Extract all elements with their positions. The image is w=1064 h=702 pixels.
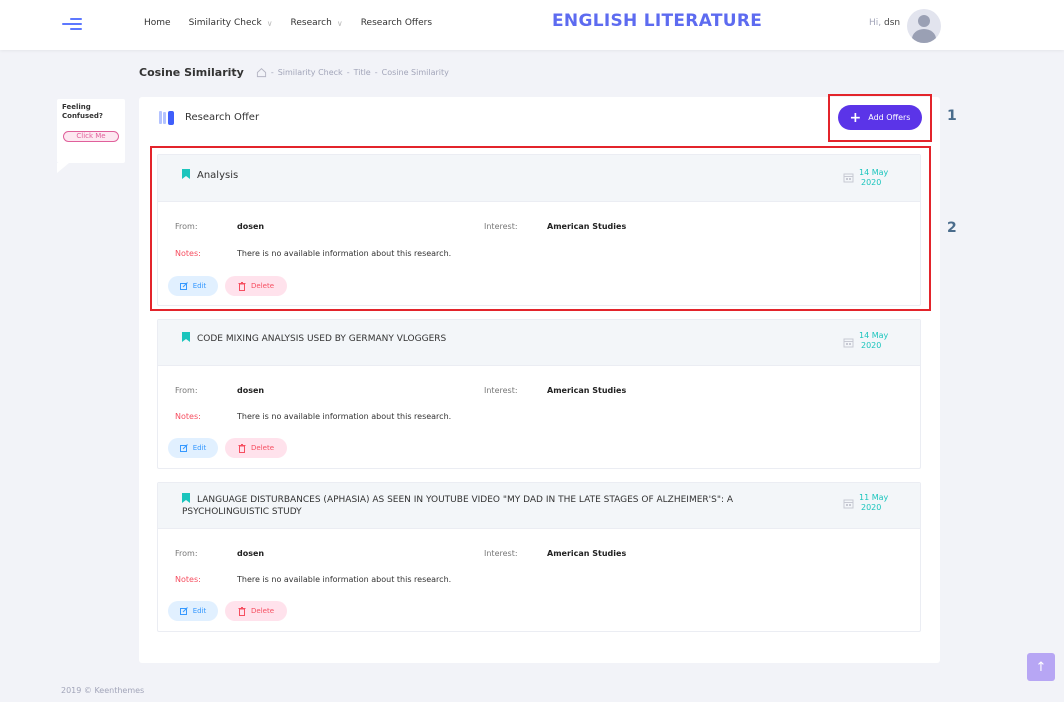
home-icon[interactable] — [256, 67, 267, 78]
edit-icon — [179, 444, 188, 452]
nav-home-label: Home — [144, 18, 171, 28]
arrow-up-icon: ↑ — [1035, 659, 1047, 675]
page-title: Cosine Similarity — [139, 66, 244, 79]
interest-label: Interest: — [484, 386, 518, 395]
from-label: From: — [175, 549, 198, 558]
breadcrumb-sep: - — [374, 68, 378, 77]
offer-date: 11 May 2020 — [859, 493, 888, 513]
click-me-button[interactable]: Click Me — [63, 131, 119, 142]
breadcrumb-similarity-check[interactable]: Similarity Check — [278, 68, 343, 77]
menu-toggle-icon[interactable] — [62, 15, 82, 33]
avatar[interactable] — [907, 9, 941, 43]
offer-title: CODE MIXING ANALYSIS USED BY GERMANY VLO… — [182, 332, 822, 345]
nav-similarity-check[interactable]: Similarity Check ∨ — [189, 18, 273, 28]
nav-research[interactable]: Research ∨ — [291, 18, 343, 28]
chevron-down-icon: ∨ — [266, 18, 273, 28]
offer-date-day: 11 May — [859, 493, 889, 502]
breadcrumb-sep: - — [346, 68, 350, 77]
offer-date-year: 2020 — [861, 341, 882, 350]
from-value: dosen — [237, 549, 265, 558]
username: dsn — [884, 18, 901, 28]
from-label: From: — [175, 386, 198, 395]
breadcrumb-cosine-similarity[interactable]: Cosine Similarity — [382, 68, 449, 77]
notes-label: Notes: — [175, 412, 201, 421]
calendar-icon — [843, 499, 854, 509]
edit-label: Edit — [192, 444, 207, 452]
notes-label: Notes: — [175, 575, 201, 584]
card-title: Research Offer — [185, 112, 260, 123]
notes-value: There is no available information about … — [237, 575, 452, 584]
delete-button[interactable]: Delete — [225, 438, 287, 458]
offer-header: CODE MIXING ANALYSIS USED BY GERMANY VLO… — [158, 320, 920, 366]
nav-research-offers-label: Research Offers — [360, 18, 433, 28]
nav-research-offers[interactable]: Research Offers — [361, 18, 432, 28]
nav-home[interactable]: Home — [144, 18, 171, 28]
footer-copyright: 2019 © Keenthemes — [61, 686, 145, 695]
calendar-icon — [843, 338, 854, 348]
nav-similarity-check-label: Similarity Check — [188, 18, 262, 28]
brand-title: ENGLISH LITERATURE — [552, 11, 763, 31]
from-value: dosen — [237, 386, 265, 395]
help-text: Feeling Confused? — [62, 103, 103, 120]
offer-date: 14 May 2020 — [859, 331, 888, 351]
notes-value: There is no available information about … — [237, 412, 452, 421]
research-offer-icon — [159, 111, 174, 125]
trash-icon — [238, 443, 246, 453]
delete-label: Delete — [251, 607, 274, 615]
chevron-down-icon: ∨ — [336, 18, 343, 28]
subheader: Cosine Similarity - Similarity Check - T… — [139, 66, 449, 79]
nav-research-label: Research — [290, 18, 332, 28]
annotation-number-2: 2 — [947, 220, 957, 236]
interest-value: American Studies — [547, 549, 627, 558]
annotation-number-1: 1 — [947, 108, 957, 124]
highlight-box-1 — [828, 94, 932, 142]
bookmark-icon — [182, 332, 190, 342]
edit-button[interactable]: Edit — [168, 601, 218, 621]
top-header: Home Similarity Check ∨ Research ∨ Researc… — [0, 0, 1064, 50]
greeting-prefix: Hi, — [869, 18, 882, 28]
breadcrumb-title[interactable]: Title — [354, 68, 371, 77]
help-callout: Feeling Confused? Click Me — [57, 99, 125, 173]
highlight-box-2 — [150, 146, 931, 311]
interest-value: American Studies — [547, 386, 627, 395]
edit-icon — [179, 607, 188, 615]
interest-label: Interest: — [484, 549, 518, 558]
offer-title: LANGUAGE DISTURBANCES (APHASIA) AS SEEN … — [182, 493, 822, 518]
user-greeting[interactable]: Hi, dsn — [869, 18, 900, 28]
offer-item: CODE MIXING ANALYSIS USED BY GERMANY VLO… — [157, 319, 921, 469]
offer-date-year: 2020 — [861, 503, 882, 512]
offer-date-day: 14 May — [859, 331, 889, 340]
edit-button[interactable]: Edit — [168, 438, 218, 458]
main-nav: Home Similarity Check ∨ Research ∨ Researc… — [144, 18, 450, 28]
offer-item: LANGUAGE DISTURBANCES (APHASIA) AS SEEN … — [157, 482, 921, 632]
offer-title-text: CODE MIXING ANALYSIS USED BY GERMANY VLO… — [197, 334, 447, 344]
offer-header: LANGUAGE DISTURBANCES (APHASIA) AS SEEN … — [158, 483, 920, 529]
breadcrumb-sep: - — [270, 68, 274, 77]
edit-label: Edit — [192, 607, 207, 615]
delete-label: Delete — [251, 444, 274, 452]
offer-title-text: LANGUAGE DISTURBANCES (APHASIA) AS SEEN … — [182, 495, 734, 517]
delete-button[interactable]: Delete — [225, 601, 287, 621]
trash-icon — [238, 606, 246, 616]
scroll-top-button[interactable]: ↑ — [1027, 653, 1055, 681]
bookmark-icon — [182, 493, 190, 503]
